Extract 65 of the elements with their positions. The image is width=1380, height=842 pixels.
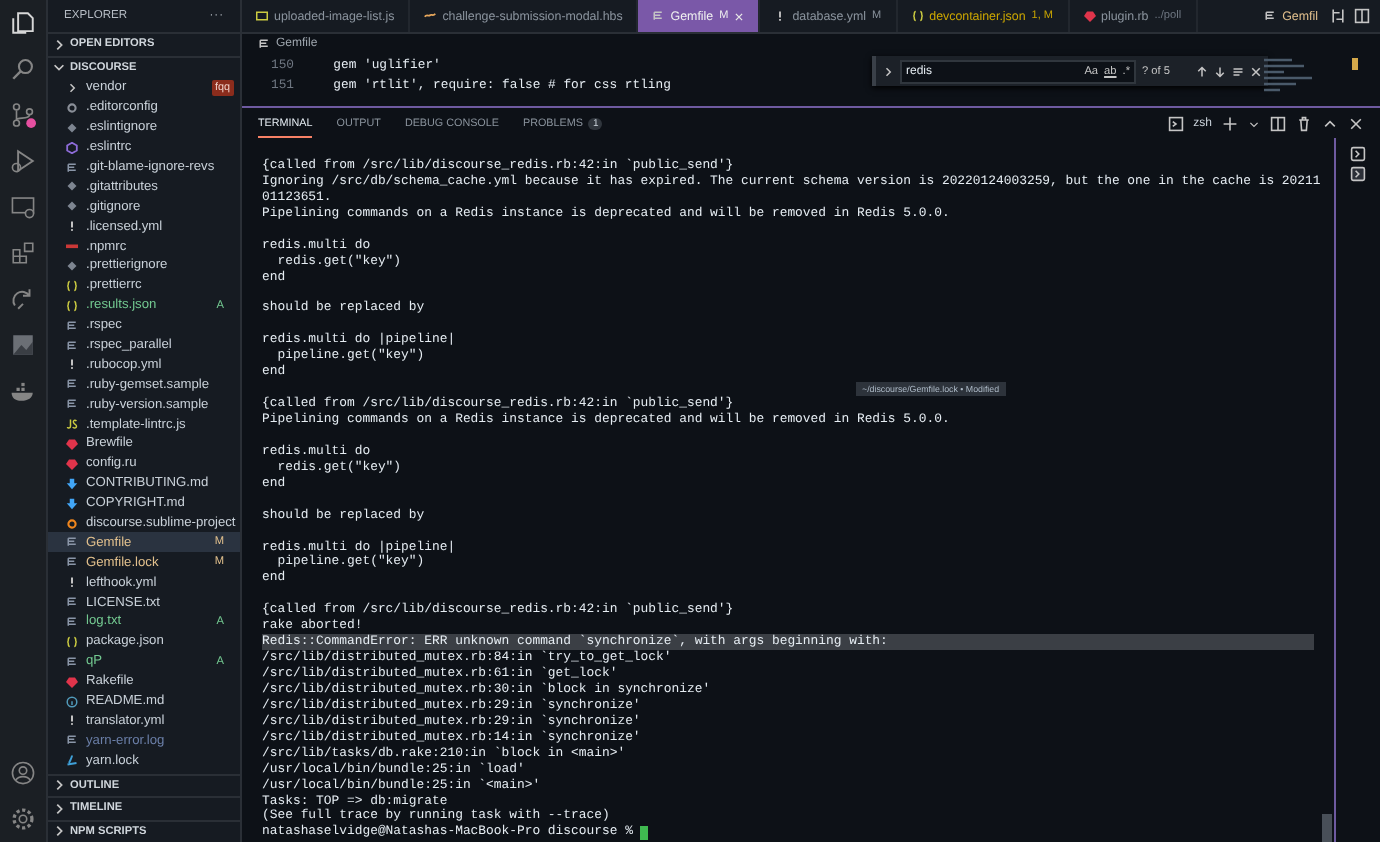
gem-icon <box>1083 10 1095 22</box>
account-icon[interactable] <box>10 760 36 786</box>
braces-icon <box>66 279 78 292</box>
settings-icon[interactable] <box>10 806 36 832</box>
file-lines-icon <box>66 556 78 569</box>
file-lines-icon <box>652 10 665 22</box>
chevron-icon[interactable] <box>52 37 66 52</box>
file-lines-icon <box>66 378 78 391</box>
info-icon <box>66 695 78 708</box>
files-icon[interactable] <box>10 10 36 36</box>
up-arrow-icon[interactable] <box>1196 65 1208 77</box>
file-lines-icon <box>1264 10 1277 22</box>
chevron-icon[interactable] <box>52 824 66 839</box>
file-lines-icon <box>66 596 78 609</box>
js-file-icon <box>256 10 268 22</box>
split-icon[interactable] <box>1270 115 1286 131</box>
file-lines-icon <box>66 398 78 411</box>
file-lines-icon <box>66 536 78 549</box>
run-debug-icon[interactable] <box>10 148 36 174</box>
file-lines-icon <box>66 339 78 352</box>
braces-icon <box>66 635 78 648</box>
monitor-icon[interactable] <box>10 194 36 220</box>
file-lines-icon <box>66 655 78 668</box>
hexagon-icon <box>66 141 78 154</box>
exclamation-icon <box>66 576 78 589</box>
terminal-icon[interactable] <box>1167 115 1184 131</box>
yarn-icon <box>66 754 78 767</box>
file-lines-icon <box>66 615 78 628</box>
chevron-icon[interactable] <box>52 801 66 816</box>
file-lines-icon <box>66 734 78 747</box>
exclamation-icon <box>66 220 78 233</box>
js-file-icon <box>66 418 78 431</box>
source-control-icon[interactable] <box>10 102 36 128</box>
terminal-icon[interactable] <box>1350 146 1366 162</box>
scrollbar-thumb[interactable] <box>1322 814 1332 842</box>
diamond-icon <box>66 259 78 272</box>
down-arrow-icon[interactable] <box>1214 65 1226 77</box>
split-editor-icon[interactable] <box>1354 8 1370 24</box>
gem-icon <box>66 675 78 688</box>
cursor <box>640 825 649 840</box>
extensions-icon[interactable] <box>10 240 36 266</box>
wave-icon <box>424 10 437 22</box>
file-lines-icon <box>66 319 78 332</box>
chevron-icon <box>66 81 78 94</box>
close-icon[interactable] <box>1348 115 1364 131</box>
search-icon[interactable] <box>10 56 36 82</box>
diamond-icon <box>66 121 78 134</box>
plus-icon[interactable] <box>1222 115 1238 131</box>
braces-icon <box>66 299 78 312</box>
share-arrow-icon[interactable] <box>10 286 36 312</box>
exclamation-icon <box>774 10 787 22</box>
chevron-up-icon[interactable] <box>1322 115 1338 131</box>
trash-icon[interactable] <box>1296 115 1312 131</box>
chevron-icon[interactable] <box>52 60 66 75</box>
exclamation-icon <box>66 358 78 371</box>
file-lines-icon <box>258 37 270 49</box>
exclamation-icon <box>66 714 78 727</box>
file-lines-icon <box>66 161 78 173</box>
chevron-icon[interactable] <box>882 65 894 77</box>
close-icon[interactable] <box>1250 65 1262 77</box>
image-icon[interactable] <box>10 332 36 358</box>
terminal-icon[interactable] <box>1350 166 1366 182</box>
whale-icon[interactable] <box>10 378 36 404</box>
chevron-icon[interactable] <box>52 778 66 793</box>
braces-icon <box>911 10 924 22</box>
